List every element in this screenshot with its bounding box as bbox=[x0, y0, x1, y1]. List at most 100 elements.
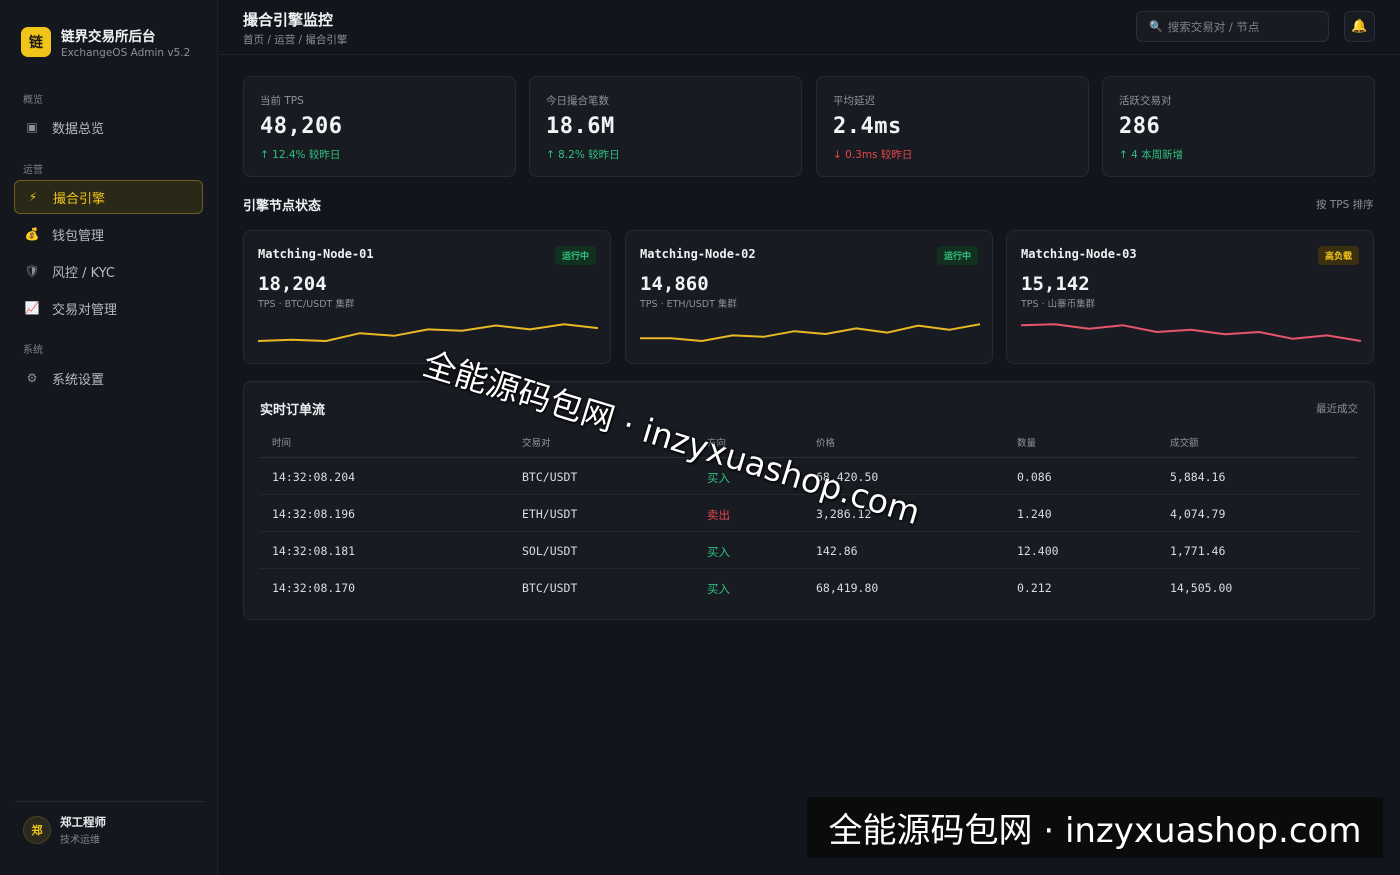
col-header-qty: 数量 bbox=[1017, 438, 1037, 449]
cell-amount: 14,505.00 bbox=[1170, 581, 1233, 595]
cell-time: 14:32:08.181 bbox=[272, 544, 356, 558]
node-tps: 15,142 bbox=[1021, 273, 1090, 295]
bolt-icon: ⚡ bbox=[28, 190, 38, 204]
stat-delta: ↑ 8.2% 较昨日 bbox=[546, 149, 620, 161]
user-profile[interactable]: 郑 郑工程师 技术运维 bbox=[23, 814, 106, 846]
cell-qty: 0.212 bbox=[1017, 581, 1052, 595]
sparkline-path bbox=[640, 323, 980, 342]
cell-amount: 1,771.46 bbox=[1170, 544, 1226, 558]
cell-time: 14:32:08.170 bbox=[272, 581, 356, 595]
sidebar-item-wallet[interactable]: 💰 钱包管理 bbox=[14, 217, 203, 251]
sort-by-tps-button[interactable]: 按 TPS 排序 bbox=[1316, 197, 1374, 212]
cell-pair: ETH/USDT bbox=[522, 507, 578, 521]
table-row[interactable]: 14:32:08.170 BTC/USDT 买入 68,419.80 0.212… bbox=[260, 569, 1358, 606]
cell-side: 卖出 bbox=[707, 508, 730, 522]
brand-logo: 链 bbox=[21, 27, 51, 57]
bell-icon: 🔔 bbox=[1351, 19, 1368, 34]
node-card-02[interactable]: Matching-Node-02 运行中 14,860 TPS · ETH/US… bbox=[625, 230, 993, 364]
sidebar-item-label: 撮合引擎 bbox=[53, 191, 106, 207]
nav-section-operations: 运营 bbox=[23, 165, 43, 176]
notification-button[interactable]: 🔔 bbox=[1344, 11, 1375, 42]
search-box[interactable]: 🔍 bbox=[1136, 11, 1329, 42]
node-tps: 18,204 bbox=[258, 273, 327, 295]
node-sparkline bbox=[640, 323, 980, 342]
moneybag-icon: 💰 bbox=[24, 227, 40, 241]
cell-price: 68,419.80 bbox=[816, 581, 879, 595]
nav-section-system: 系统 bbox=[23, 345, 43, 356]
orders-aside: 最近成交 bbox=[1316, 403, 1358, 415]
stat-value: 2.4ms bbox=[833, 114, 902, 139]
stat-value: 18.6M bbox=[546, 114, 615, 139]
breadcrumb[interactable]: 首页 / 运营 / 撮合引擎 bbox=[243, 32, 347, 47]
cell-pair: BTC/USDT bbox=[522, 470, 578, 484]
col-header-amount: 成交额 bbox=[1170, 438, 1199, 449]
cell-price: 142.86 bbox=[816, 544, 858, 558]
sidebar-item-settings[interactable]: ⚙ 系统设置 bbox=[14, 361, 203, 395]
user-name: 郑工程师 bbox=[60, 815, 106, 829]
brand-title: 链界交易所后台 bbox=[61, 29, 156, 45]
cell-amount: 4,074.79 bbox=[1170, 507, 1226, 521]
node-name: Matching-Node-02 bbox=[640, 247, 756, 261]
node-card-03[interactable]: Matching-Node-03 高负载 15,142 TPS · 山寨币集群 bbox=[1006, 230, 1374, 364]
node-name: Matching-Node-01 bbox=[258, 247, 374, 261]
stat-delta: ↑ 12.4% 较昨日 bbox=[260, 149, 341, 161]
cell-pair: BTC/USDT bbox=[522, 581, 578, 595]
sidebar-item-risk-kyc[interactable]: 🛡 风控 / KYC bbox=[14, 254, 203, 288]
cell-qty: 0.086 bbox=[1017, 470, 1052, 484]
node-card-01[interactable]: Matching-Node-01 运行中 18,204 TPS · BTC/US… bbox=[243, 230, 611, 364]
page-title: 撮合引擎监控 bbox=[243, 11, 334, 29]
cell-side: 买入 bbox=[707, 582, 730, 596]
search-icon: 🔍 bbox=[1149, 20, 1163, 33]
stat-label: 平均延迟 bbox=[833, 95, 875, 107]
chart-icon: 📈 bbox=[24, 301, 40, 315]
cell-amount: 5,884.16 bbox=[1170, 470, 1226, 484]
brand-subtitle: ExchangeOS Admin v5.2 bbox=[61, 47, 191, 59]
dashboard-icon: ▣ bbox=[26, 120, 38, 134]
avatar: 郑 bbox=[23, 816, 51, 844]
nav-section-overview: 概览 bbox=[23, 95, 43, 106]
orders-title: 实时订单流 bbox=[260, 403, 326, 418]
cell-qty: 12.400 bbox=[1017, 544, 1059, 558]
cell-time: 14:32:08.204 bbox=[272, 470, 356, 484]
stat-value: 286 bbox=[1119, 114, 1161, 139]
col-header-price: 价格 bbox=[816, 438, 836, 449]
col-header-time: 时间 bbox=[272, 438, 292, 449]
status-badge: 运行中 bbox=[554, 246, 596, 265]
stat-value: 48,206 bbox=[260, 114, 343, 139]
sidebar-item-label: 钱包管理 bbox=[52, 228, 105, 244]
sparkline-path bbox=[1021, 323, 1361, 342]
stat-label: 活跃交易对 bbox=[1119, 95, 1172, 107]
node-cluster: TPS · 山寨币集群 bbox=[1021, 299, 1096, 310]
node-sparkline bbox=[1021, 323, 1361, 342]
node-sparkline bbox=[258, 323, 598, 342]
nodes-section-title: 引擎节点状态 bbox=[243, 199, 322, 214]
sidebar-item-pairs[interactable]: 📈 交易对管理 bbox=[14, 291, 203, 325]
sidebar-item-label: 交易对管理 bbox=[52, 302, 118, 318]
sidebar-item-label: 风控 / KYC bbox=[52, 265, 116, 281]
stat-card-matches: 今日撮合笔数 18.6M ↑ 8.2% 较昨日 bbox=[529, 76, 802, 177]
search-input[interactable] bbox=[1167, 19, 1318, 34]
stat-label: 当前 TPS bbox=[260, 95, 304, 107]
cell-time: 14:32:08.196 bbox=[272, 507, 356, 521]
status-badge: 运行中 bbox=[936, 246, 978, 265]
stat-delta: ↑ 4 本周新增 bbox=[1119, 149, 1184, 161]
cell-pair: SOL/USDT bbox=[522, 544, 578, 558]
stat-card-tps: 当前 TPS 48,206 ↑ 12.4% 较昨日 bbox=[243, 76, 516, 177]
node-tps: 14,860 bbox=[640, 273, 709, 295]
sidebar-divider bbox=[15, 801, 204, 802]
watermark-banner: 全能源码包网 · inzyxuashop.com bbox=[807, 797, 1383, 858]
stat-delta: ↓ 0.3ms 较昨日 bbox=[833, 149, 913, 161]
sidebar-item-dashboard[interactable]: ▣ 数据总览 bbox=[14, 110, 203, 144]
node-cluster: TPS · ETH/USDT 集群 bbox=[640, 299, 737, 310]
sidebar-item-matching-engine[interactable]: ⚡ 撮合引擎 bbox=[14, 180, 203, 214]
sparkline-path bbox=[258, 323, 598, 342]
cell-side: 买入 bbox=[707, 545, 730, 559]
shield-icon: 🛡 bbox=[24, 264, 40, 278]
sidebar-item-label: 数据总览 bbox=[52, 121, 105, 137]
brand[interactable]: 链 链界交易所后台 ExchangeOS Admin v5.2 bbox=[21, 25, 190, 59]
table-row[interactable]: 14:32:08.181 SOL/USDT 买入 142.86 12.400 1… bbox=[260, 532, 1358, 569]
node-name: Matching-Node-03 bbox=[1021, 247, 1137, 261]
sidebar: 链 链界交易所后台 ExchangeOS Admin v5.2 概览 ▣ 数据总… bbox=[0, 0, 218, 875]
sidebar-item-label: 系统设置 bbox=[52, 372, 105, 388]
stat-card-latency: 平均延迟 2.4ms ↓ 0.3ms 较昨日 bbox=[816, 76, 1089, 177]
